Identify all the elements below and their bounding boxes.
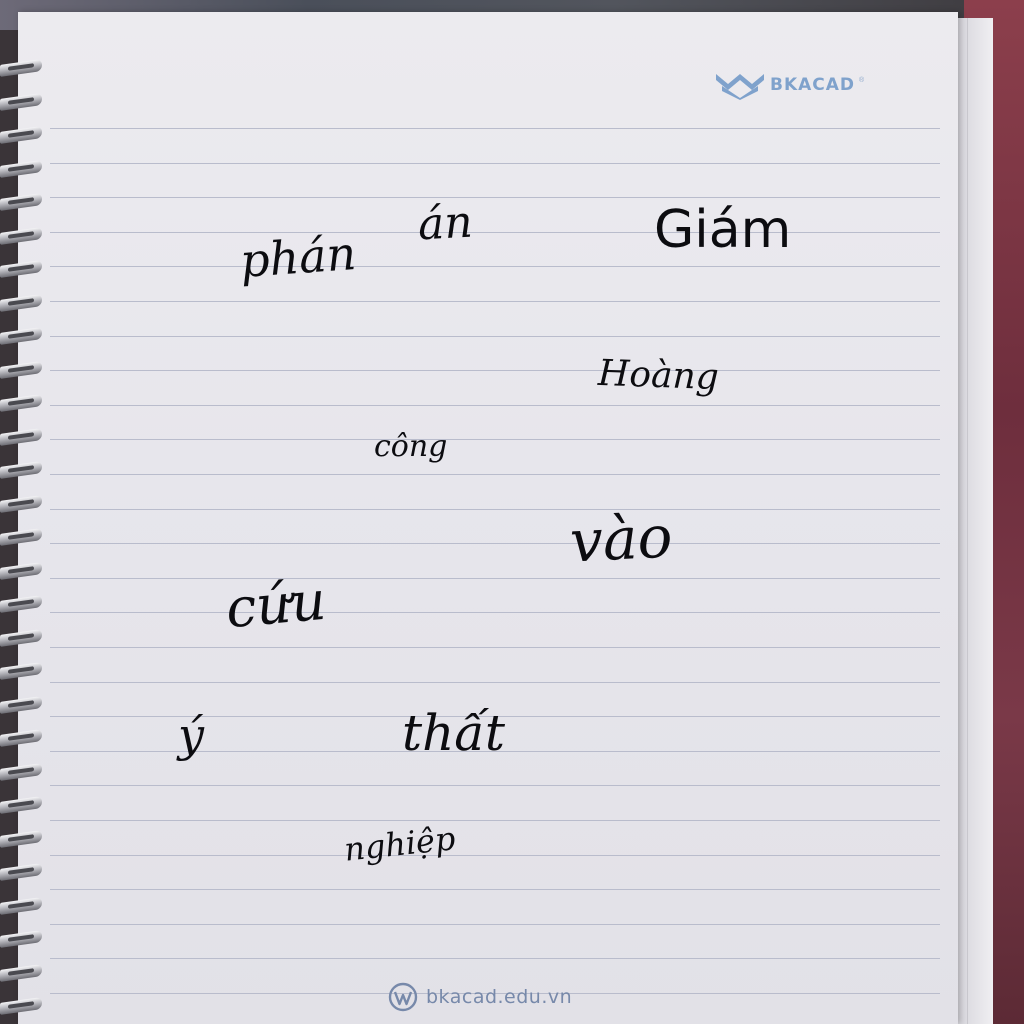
spiral-coil — [0, 361, 42, 379]
ruled-line — [50, 543, 940, 544]
handwritten-word-cuu: cứu — [223, 568, 329, 641]
spiral-coil — [0, 796, 42, 814]
ruled-line — [50, 439, 940, 440]
spiral-coil — [0, 930, 42, 948]
brand-name: BKACAD — [770, 75, 856, 95]
ruled-line — [50, 163, 940, 164]
spiral-coil — [0, 830, 42, 848]
spiral-coil — [0, 126, 42, 144]
spiral-coil — [0, 495, 42, 513]
spiral-coil — [0, 160, 42, 178]
handwritten-word-y: ý — [178, 708, 204, 762]
spiral-binding — [0, 50, 44, 1024]
handwritten-word-nghiep: nghiệp — [342, 819, 458, 869]
spiral-coil — [0, 595, 42, 613]
spiral-coil — [0, 964, 42, 982]
spiral-coil — [0, 428, 42, 446]
spiral-coil — [0, 294, 42, 312]
spiral-coil — [0, 696, 42, 714]
spiral-coil — [0, 59, 42, 77]
spiral-coil — [0, 997, 42, 1015]
ruled-line — [50, 958, 940, 959]
ruled-line — [50, 405, 940, 406]
ruled-line — [50, 682, 940, 683]
handwritten-word-giam: Giám — [654, 200, 792, 260]
ruled-line — [50, 889, 940, 890]
spiral-coil — [0, 93, 42, 111]
ruled-line — [50, 474, 940, 475]
ruled-line — [50, 647, 940, 648]
footer: bkacad.edu.vn — [388, 982, 572, 1012]
spiral-coil — [0, 461, 42, 479]
bkacad-logo-icon — [716, 74, 764, 100]
ruled-line — [50, 232, 940, 233]
footer-url: bkacad.edu.vn — [426, 986, 573, 1008]
ruled-line — [50, 370, 940, 371]
spiral-coil — [0, 528, 42, 546]
handwritten-word-vao: vào — [568, 502, 674, 576]
spiral-coil — [0, 662, 42, 680]
spiral-coil — [0, 260, 42, 278]
brand-logo: BKACAD ® — [714, 70, 864, 100]
spiral-coil — [0, 193, 42, 211]
brand-registered-mark: ® — [859, 76, 865, 84]
spiral-coil — [0, 562, 42, 580]
handwritten-word-an: án — [416, 196, 474, 251]
ruled-line — [50, 855, 940, 856]
ruled-line — [50, 578, 940, 579]
handwritten-word-cong: công — [374, 429, 448, 464]
ruled-line — [50, 924, 940, 925]
spiral-coil — [0, 763, 42, 781]
handwritten-word-that: thất — [402, 704, 506, 762]
spiral-coil — [0, 729, 42, 747]
ruled-line — [50, 197, 940, 198]
ruled-line — [50, 336, 940, 337]
ruled-line — [50, 266, 940, 267]
spiral-coil — [0, 897, 42, 915]
spiral-coil — [0, 629, 42, 647]
handwritten-word-phan: phán — [238, 226, 358, 288]
spiral-coil — [0, 227, 42, 245]
notebook-page: BKACAD ® bkacad.edu.vn phán án Giám Hoàn… — [18, 12, 958, 1024]
spiral-coil — [0, 863, 42, 881]
ruled-line — [50, 612, 940, 613]
handwritten-word-hoang: Hoàng — [597, 352, 720, 399]
ruled-line — [50, 509, 940, 510]
spiral-coil — [0, 327, 42, 345]
wordpress-icon — [388, 982, 418, 1012]
ruled-line — [50, 301, 940, 302]
ruled-line — [50, 785, 940, 786]
ruled-line — [50, 820, 940, 821]
ruled-line — [50, 128, 940, 129]
spiral-coil — [0, 394, 42, 412]
